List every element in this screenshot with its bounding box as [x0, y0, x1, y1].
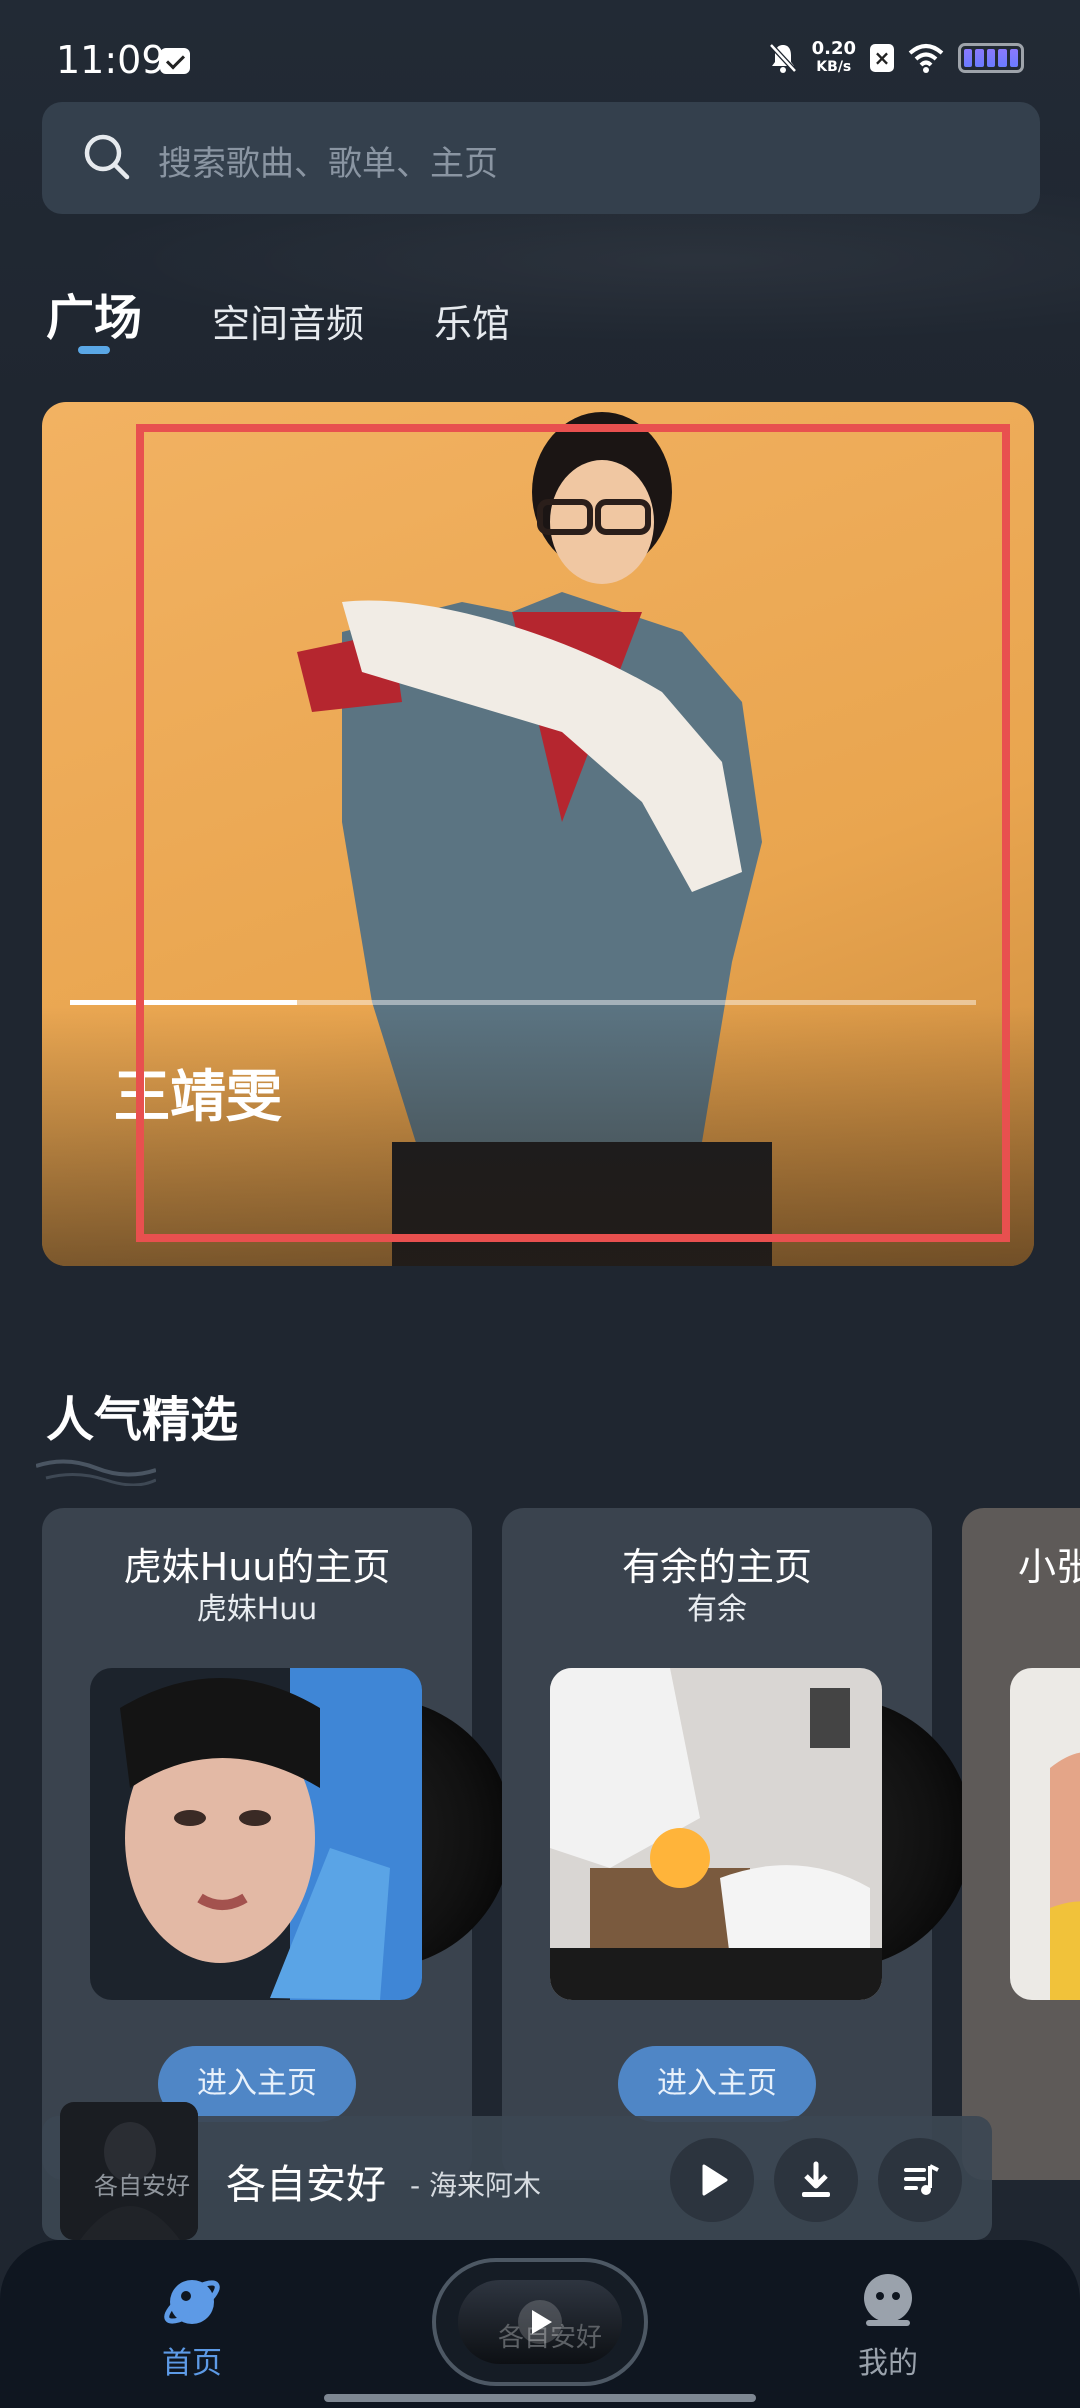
card-subtitle: 有余	[687, 1592, 747, 1627]
tab-music-hall[interactable]: 乐馆	[434, 293, 510, 348]
decorative-wave-icon	[36, 1459, 156, 1486]
playlist-button[interactable]	[878, 2138, 962, 2222]
popular-cards-carousel[interactable]: 虎妹Huu的主页 虎妹Huu 进入主页 有余的主页 有余 进入主页 小张	[42, 1508, 1080, 2188]
tab-spatial-audio[interactable]: 空间音频	[212, 293, 364, 348]
download-button[interactable]	[774, 2138, 858, 2222]
now-playing-disc-button[interactable]: 各自安好	[432, 2258, 648, 2386]
battery-icon	[958, 43, 1024, 73]
section-title: 人气精选	[46, 1392, 239, 1448]
status-bar: 11:09 0.20 KB/s ×	[0, 0, 1080, 100]
wifi-icon	[908, 44, 944, 73]
message-notification-icon	[160, 48, 190, 74]
play-icon	[702, 2164, 728, 2196]
status-indicators: 0.20 KB/s ×	[768, 40, 1024, 76]
now-playing-title: 各自安好	[226, 2162, 386, 2208]
search-icon	[84, 134, 130, 180]
profile-card[interactable]: 小张	[962, 1508, 1080, 2180]
nav-home-label: 首页	[162, 2346, 222, 2381]
highlight-box	[136, 424, 1010, 1242]
playlist-icon	[904, 2164, 939, 2195]
nav-mine[interactable]: 我的	[818, 2270, 958, 2382]
nav-home[interactable]: 首页	[122, 2270, 262, 2382]
app-notification-icon: ×	[870, 44, 894, 72]
search-bar[interactable]: 搜索歌曲、歌单、主页	[42, 102, 1040, 214]
network-speed-unit: KB/s	[816, 59, 852, 75]
play-button[interactable]	[670, 2138, 754, 2222]
card-title: 有余的主页	[621, 1545, 812, 1589]
nav-mine-label: 我的	[858, 2346, 918, 2381]
download-icon	[802, 2161, 830, 2197]
now-playing-disc-cover: 各自安好	[458, 2280, 622, 2364]
svg-text:各自安好: 各自安好	[94, 2172, 190, 2200]
planet-icon	[164, 2280, 220, 2324]
bell-muted-icon	[768, 43, 797, 73]
play-overlay-icon: 各自安好	[498, 2300, 602, 2353]
card-title: 虎妹Huu的主页	[123, 1545, 391, 1589]
profile-card[interactable]: 虎妹Huu的主页 虎妹Huu 进入主页	[42, 1508, 512, 2180]
home-indicator	[324, 2394, 756, 2402]
card-title: 小张	[1018, 1545, 1080, 1589]
card-subtitle: 虎妹Huu	[196, 1592, 318, 1627]
now-playing-artist: - 海来阿木	[410, 2169, 542, 2202]
enter-profile-button[interactable]: 进入主页	[618, 2046, 816, 2122]
active-tab-indicator	[78, 346, 110, 354]
bottom-navigation: 首页 各自安好 我的	[0, 2240, 1080, 2408]
network-speed: 0.20 KB/s	[812, 40, 856, 76]
now-playing-cover: 各自安好	[60, 2102, 198, 2240]
tab-plaza[interactable]: 广场	[46, 278, 142, 348]
card-cover-image	[1010, 1668, 1080, 2000]
profile-card[interactable]: 有余的主页 有余 进入主页	[502, 1508, 972, 2180]
network-speed-value: 0.20	[811, 38, 856, 59]
mini-player[interactable]: 各自安好 各自安好 - 海来阿木	[42, 2102, 992, 2240]
card-cover-image	[550, 1668, 882, 2000]
search-placeholder: 搜索歌曲、歌单、主页	[158, 144, 498, 184]
profile-face-icon	[864, 2274, 912, 2326]
top-tabs: 广场 空间音频 乐馆	[46, 278, 510, 348]
card-cover-image	[90, 1668, 422, 2000]
status-time: 11:09	[56, 38, 166, 82]
